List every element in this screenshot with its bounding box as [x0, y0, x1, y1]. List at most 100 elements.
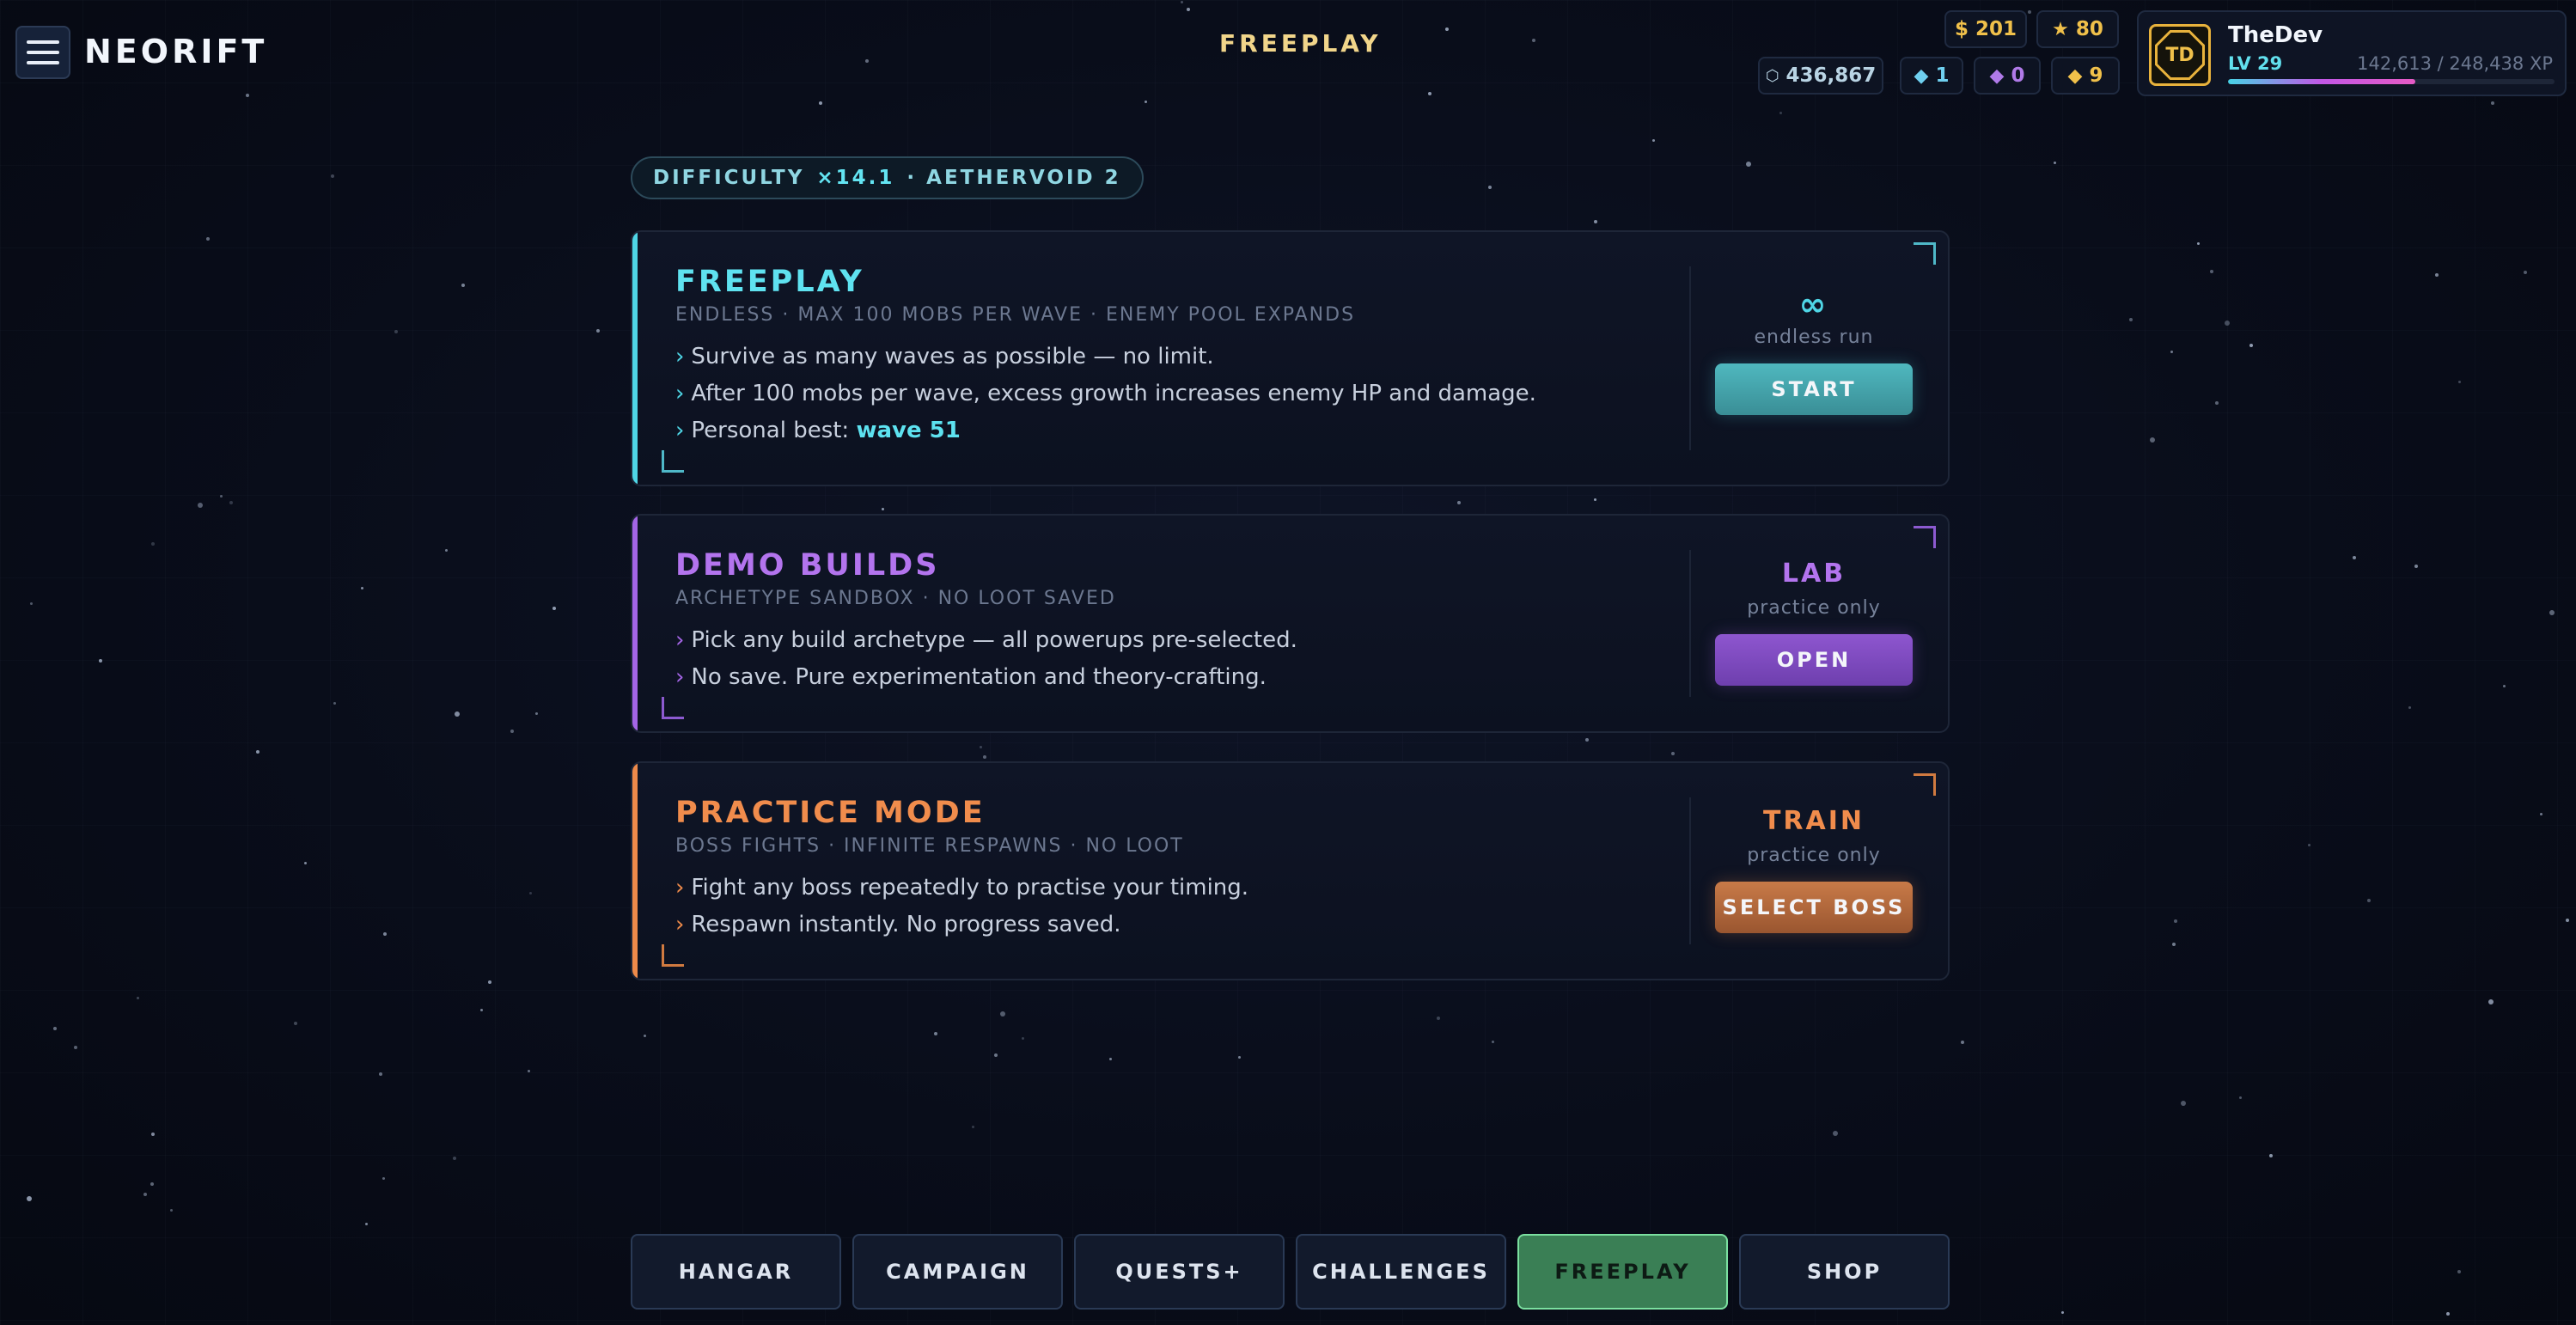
- corner-bracket: [1914, 773, 1936, 796]
- star-particle: [229, 501, 233, 504]
- open-button[interactable]: OPEN: [1715, 634, 1913, 686]
- star-particle: [510, 730, 514, 733]
- star-particle: [74, 1046, 77, 1049]
- star-particle: [552, 607, 556, 610]
- star-particle: [2446, 1312, 2450, 1316]
- diamond-icon: ◆: [1914, 64, 1929, 87]
- xp-readout: 142,613 / 248,438 XP: [2357, 53, 2553, 74]
- star-particle: [453, 1157, 456, 1160]
- star-particle: [27, 1196, 32, 1201]
- mode-side-caption: practice only: [1747, 597, 1881, 619]
- star-particle: [596, 329, 600, 333]
- nav-tab-campaign[interactable]: CAMPAIGN: [852, 1234, 1063, 1310]
- star-particle: [2181, 1101, 2186, 1106]
- star-particle: [2524, 271, 2527, 274]
- blue-gem-value: 1: [1935, 64, 1950, 87]
- star-particle: [2367, 899, 2371, 902]
- stars-counter: ★ 80: [2036, 10, 2119, 48]
- hamburger-icon: [27, 40, 59, 44]
- card-divider: [1689, 797, 1691, 944]
- star-particle: [972, 1126, 974, 1128]
- select-boss-button[interactable]: SELECT BOSS: [1715, 882, 1913, 933]
- blue-gem-counter: ◆ 1: [1900, 57, 1963, 95]
- star-particle: [819, 101, 822, 105]
- mode-title: DEMO BUILDS: [675, 548, 940, 583]
- star-particle: [294, 1022, 297, 1025]
- star-particle: [150, 1182, 154, 1186]
- cash-counter: $ 201: [1944, 10, 2027, 48]
- star-particle: [99, 659, 102, 662]
- card-accent: [632, 763, 638, 979]
- hamburger-icon-bar: [27, 51, 59, 54]
- star-particle: [1532, 39, 1535, 42]
- star-particle: [2054, 162, 2056, 164]
- star-particle: [994, 1053, 998, 1057]
- menu-button[interactable]: [15, 26, 70, 79]
- star-particle: [461, 284, 465, 287]
- star-particle: [1022, 1037, 1024, 1040]
- gold-gem-value: 9: [2089, 64, 2103, 87]
- mode-side-caption: practice only: [1747, 845, 1881, 866]
- mode-subtitle: ENDLESS · MAX 100 MOBS PER WAVE · ENEMY …: [675, 304, 1356, 326]
- game-screen: NEORIFT FREEPLAY $ 201 ★ 80 ⬡ 436,867 ◆ …: [0, 0, 2576, 1325]
- mode-side-label: TRAIN: [1762, 806, 1865, 836]
- star-particle: [1238, 1056, 1241, 1059]
- star-particle: [1145, 101, 1147, 103]
- star-particle: [365, 1223, 368, 1225]
- star-particle: [1961, 1041, 1964, 1044]
- start-button[interactable]: START: [1715, 363, 1913, 415]
- difficulty-label: DIFFICULTY: [653, 167, 805, 189]
- star-particle: [2435, 273, 2439, 277]
- star-particle: [529, 892, 532, 895]
- nav-tab-freeplay[interactable]: FREEPLAY: [1517, 1234, 1728, 1310]
- star-particle: [455, 711, 460, 717]
- game-logo: NEORIFT: [84, 33, 268, 70]
- star-particle: [206, 237, 210, 241]
- star-particle: [1492, 1041, 1494, 1043]
- star-particle: [1671, 752, 1675, 755]
- star-particle: [2225, 321, 2230, 326]
- player-profile[interactable]: TD TheDev LV 29 142,613 / 248,438 XP: [2137, 10, 2567, 96]
- xp-bar-fill: [2228, 79, 2416, 84]
- card-divider: [1689, 266, 1691, 450]
- nav-tab-challenges[interactable]: CHALLENGES: [1296, 1234, 1506, 1310]
- star-particle: [2457, 1270, 2461, 1273]
- star-particle: [882, 508, 884, 510]
- star-particle: [934, 1032, 937, 1035]
- star-particle: [2269, 1154, 2273, 1157]
- star-particle: [2150, 437, 2155, 443]
- star-particle: [2129, 318, 2133, 321]
- star-particle: [2414, 565, 2418, 568]
- stars-value: 80: [2075, 18, 2103, 40]
- mode-side-caption: endless run: [1754, 327, 1874, 348]
- player-level: LV 29: [2228, 53, 2283, 74]
- mode-side-label: LAB: [1781, 559, 1847, 589]
- star-particle: [198, 503, 203, 508]
- star-particle: [2458, 381, 2461, 383]
- nav-tab-shop[interactable]: SHOP: [1739, 1234, 1950, 1310]
- hamburger-icon-bar: [27, 61, 59, 64]
- star-particle: [1779, 112, 1782, 114]
- star-particle: [2353, 556, 2356, 559]
- xp-bar: [2228, 79, 2555, 84]
- star-particle: [1437, 1017, 1440, 1020]
- star-particle: [2249, 344, 2253, 347]
- star-particle: [2566, 919, 2569, 922]
- star-particle: [1652, 139, 1655, 142]
- star-particle: [30, 602, 33, 605]
- star-particle: [2540, 813, 2542, 815]
- star-particle: [379, 1072, 382, 1076]
- star-particle: [246, 94, 249, 97]
- star-particle: [2488, 999, 2494, 1004]
- nav-tab-hangar[interactable]: HANGAR: [631, 1234, 841, 1310]
- nav-tab-quests[interactable]: QUESTS+: [1074, 1234, 1285, 1310]
- star-particle: [2308, 844, 2310, 846]
- star-particle: [1445, 27, 1449, 31]
- star-particle: [151, 542, 155, 546]
- mode-description-line: › After 100 mobs per wave, excess growth …: [675, 381, 1536, 406]
- infinity-icon: ∞: [1798, 285, 1829, 323]
- star-particle: [865, 59, 869, 63]
- star-particle: [445, 549, 448, 552]
- diamond-icon: ◆: [2067, 64, 2083, 87]
- mode-description-line: › Survive as many waves as possible — no …: [675, 344, 1214, 369]
